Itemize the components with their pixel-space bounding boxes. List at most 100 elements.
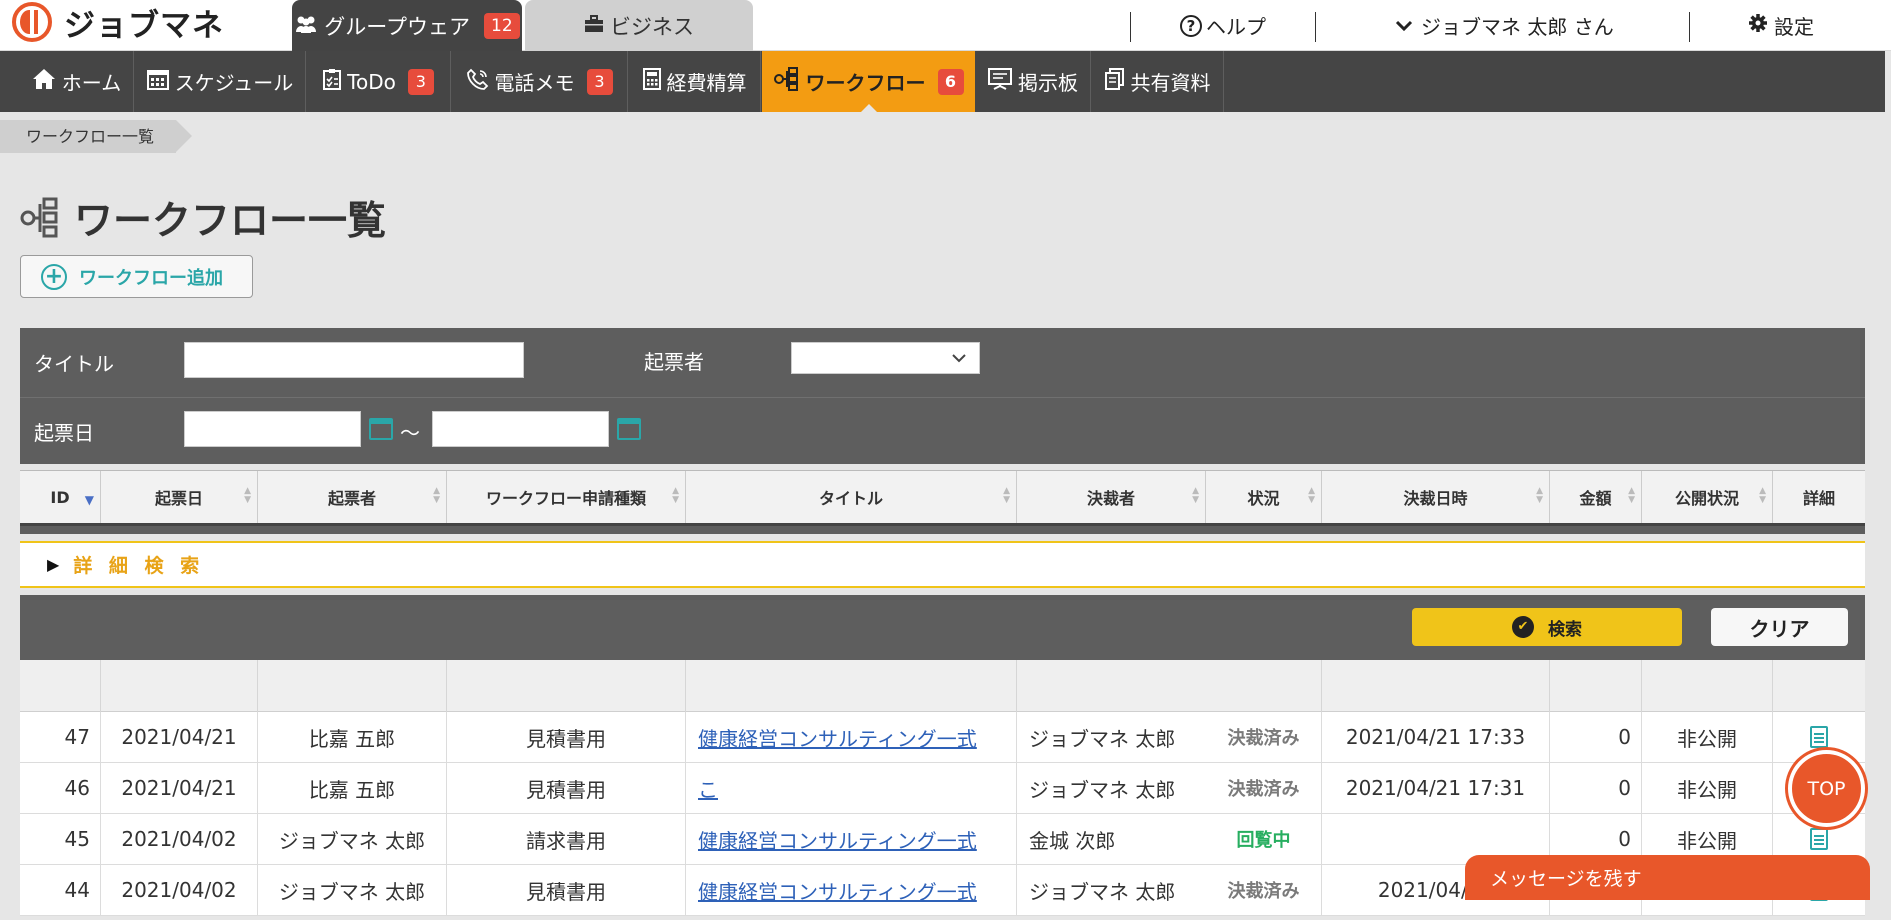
title-link[interactable]: 健康経営コンサルティング一式 bbox=[698, 723, 977, 752]
column-header-approver[interactable]: 決裁者 ▲ ▼ bbox=[1017, 471, 1206, 523]
column-label: 決裁者 bbox=[1086, 489, 1135, 508]
documents-icon bbox=[1104, 68, 1125, 95]
sort-icon: ▲ ▼ bbox=[1192, 486, 1199, 505]
cell-type: 見積書用 bbox=[447, 712, 686, 762]
column-header-status[interactable]: 状況 ▲ ▼ bbox=[1206, 471, 1322, 523]
table-filter-row bbox=[20, 660, 1865, 712]
cell-visibility: 非公開 bbox=[1642, 712, 1773, 762]
app-logo[interactable]: ジョブマネ bbox=[12, 1, 224, 44]
divider bbox=[1689, 12, 1690, 42]
settings-link[interactable]: 設定 bbox=[1748, 0, 1814, 51]
add-workflow-button[interactable]: + ワークフロー追加 bbox=[20, 255, 253, 298]
column-header-visibility[interactable]: 公開状況 ▲ ▼ bbox=[1642, 471, 1773, 523]
calendar-icon[interactable] bbox=[369, 418, 393, 440]
table-row[interactable]: 47 2021/04/21 比嘉 五郎 見積書用 健康経営コンサルティング一式 … bbox=[20, 712, 1865, 763]
column-header-id[interactable]: ID ▼ bbox=[20, 471, 101, 523]
cell-author: 比嘉 五郎 bbox=[258, 712, 447, 762]
scroll-top-button[interactable]: TOP bbox=[1788, 750, 1865, 827]
cell-title: 健康経営コンサルティング一式 bbox=[686, 712, 1017, 762]
search-button[interactable]: ✔ 検索 bbox=[1412, 608, 1682, 646]
tab-groupware-label: グループウェア bbox=[324, 14, 471, 39]
breadcrumb[interactable]: ワークフロー一覧 bbox=[0, 120, 193, 153]
chevron-down-icon bbox=[951, 349, 967, 368]
column-header-date[interactable]: 起票日 ▲ ▼ bbox=[101, 471, 258, 523]
cell-id: 46 bbox=[20, 763, 101, 813]
filter-cell bbox=[1322, 660, 1550, 712]
table-header: ID ▼ 起票日 ▲ ▼ 起票者 ▲ ▼ ワークフロー申請種類 ▲ ▼ タイトル ▲ ▼ 決裁者… bbox=[20, 470, 1865, 526]
nav-phone-memo-label: 電話メモ bbox=[494, 71, 575, 95]
caret-right-icon: ▶ bbox=[47, 555, 60, 574]
column-header-approved-at[interactable]: 決裁日時 ▲ ▼ bbox=[1322, 471, 1550, 523]
cell-id: 44 bbox=[20, 865, 101, 915]
cell-status: 決裁済み bbox=[1206, 763, 1322, 813]
column-header-author[interactable]: 起票者 ▲ ▼ bbox=[258, 471, 447, 523]
date-from-input[interactable] bbox=[184, 411, 361, 447]
document-icon[interactable] bbox=[1810, 828, 1828, 850]
filter-cell bbox=[1642, 660, 1773, 712]
author-filter-select[interactable] bbox=[791, 342, 980, 374]
cell-status: 決裁済み bbox=[1206, 865, 1322, 915]
tab-business[interactable]: ビジネス bbox=[525, 0, 753, 51]
tab-groupware[interactable]: グループウェア 12 bbox=[292, 0, 522, 51]
nav-phone-memo[interactable]: 電話メモ 3 bbox=[452, 51, 628, 112]
clear-button[interactable]: クリア bbox=[1711, 608, 1848, 646]
user-menu[interactable]: ジョブマネ 太郎 さん bbox=[1395, 0, 1614, 51]
users-icon bbox=[294, 14, 318, 38]
nav-shared-docs-label: 共有資料 bbox=[1130, 71, 1211, 95]
nav-workflow-label: ワークフロー bbox=[805, 71, 926, 95]
calendar-icon bbox=[146, 68, 169, 95]
cell-title: 健康経営コンサルティング一式 bbox=[686, 865, 1017, 915]
filter-cell bbox=[20, 660, 101, 712]
sort-icon: ▲ ▼ bbox=[433, 486, 440, 505]
leave-message-button[interactable]: メッセージを残す bbox=[1465, 855, 1870, 900]
column-header-detail: 詳細 bbox=[1773, 471, 1865, 523]
add-workflow-label: ワークフロー追加 bbox=[79, 267, 223, 289]
table-row[interactable]: 46 2021/04/21 比嘉 五郎 見積書用 こ ジョブマネ 太郎 決裁済み… bbox=[20, 763, 1865, 814]
nav-home-label: ホーム bbox=[61, 71, 122, 95]
status-badge: 決裁済み bbox=[1227, 779, 1300, 800]
cell-approver: ジョブマネ 太郎 bbox=[1029, 777, 1176, 802]
date-filter-label: 起票日 bbox=[34, 421, 94, 445]
title-link[interactable]: こ bbox=[698, 774, 718, 803]
nav-home[interactable]: ホーム bbox=[20, 51, 134, 112]
column-header-amount[interactable]: 金額 ▲ ▼ bbox=[1550, 471, 1642, 523]
nav-expenses-label: 経費精算 bbox=[666, 71, 747, 95]
nav-workflow[interactable]: ワークフロー 6 bbox=[762, 51, 975, 112]
column-label: ワークフロー申請種類 bbox=[485, 489, 646, 508]
search-action-bar: ✔ 検索 クリア bbox=[20, 595, 1865, 660]
title-link[interactable]: 健康経営コンサルティング一式 bbox=[698, 876, 977, 905]
advanced-search-label: 詳 細 検 索 bbox=[73, 555, 205, 577]
nav-schedule[interactable]: スケジュール bbox=[135, 51, 306, 112]
column-header-type[interactable]: ワークフロー申請種類 ▲ ▼ bbox=[447, 471, 686, 523]
logo-text: ジョブマネ bbox=[64, 7, 224, 44]
groupware-badge: 12 bbox=[484, 12, 520, 39]
tab-business-label: ビジネス bbox=[610, 14, 694, 39]
nav-todo[interactable]: ToDo 3 bbox=[307, 51, 451, 112]
gear-icon bbox=[1748, 13, 1768, 38]
chevron-down-icon bbox=[1395, 14, 1413, 38]
advanced-search-toggle[interactable]: ▶ 詳 細 検 索 bbox=[20, 541, 1865, 588]
title-link[interactable]: 健康経営コンサルティング一式 bbox=[698, 825, 977, 854]
help-link[interactable]: ? ヘルプ bbox=[1180, 0, 1266, 51]
cell-date: 2021/04/21 bbox=[101, 763, 258, 813]
status-badge: 決裁済み bbox=[1227, 728, 1300, 749]
nav-board[interactable]: 掲示板 bbox=[976, 51, 1091, 112]
nav-shared-docs[interactable]: 共有資料 bbox=[1092, 51, 1224, 112]
calendar-icon[interactable] bbox=[617, 418, 641, 440]
user-name: ジョブマネ 太郎 さん bbox=[1421, 15, 1614, 39]
column-label: 金額 bbox=[1579, 489, 1612, 508]
date-to-input[interactable] bbox=[432, 411, 609, 447]
document-icon[interactable] bbox=[1810, 726, 1828, 748]
column-label: ID bbox=[50, 487, 70, 507]
cell-type: 見積書用 bbox=[447, 763, 686, 813]
filter-cell bbox=[447, 660, 686, 712]
home-icon bbox=[32, 68, 56, 95]
title-filter-input[interactable] bbox=[184, 342, 524, 378]
cell-date: 2021/04/21 bbox=[101, 712, 258, 762]
workflow-icon bbox=[20, 196, 60, 240]
cell-id: 47 bbox=[20, 712, 101, 762]
cell-author: 比嘉 五郎 bbox=[258, 763, 447, 813]
column-header-title[interactable]: タイトル ▲ ▼ bbox=[686, 471, 1017, 523]
cell-date: 2021/04/02 bbox=[101, 865, 258, 915]
nav-expenses[interactable]: 経費精算 bbox=[629, 51, 761, 112]
